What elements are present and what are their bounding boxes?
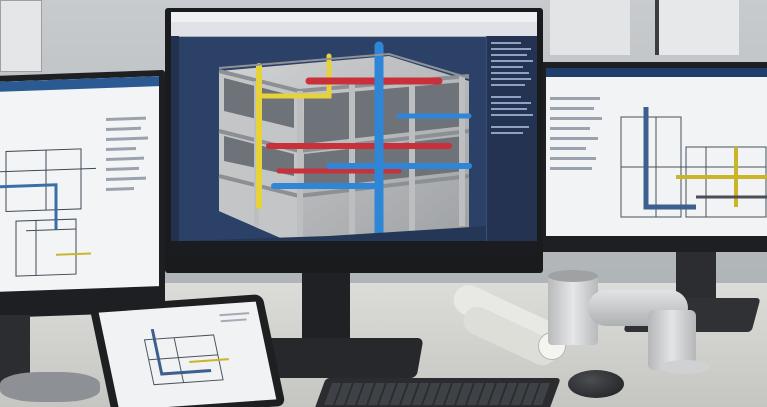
- mini-floor-plan: [143, 312, 250, 386]
- bim-3d-building-model: [179, 41, 487, 241]
- app-ribbon: [171, 22, 537, 37]
- left-monitor-base: [0, 372, 100, 402]
- wall-frame-right-2: [655, 0, 739, 55]
- app-title-bar: [171, 12, 537, 22]
- left-toolbar: [171, 36, 179, 241]
- keyboard-icon: [314, 378, 561, 407]
- right-monitor: [540, 62, 767, 252]
- pipe-elbow-model-icon: [548, 270, 718, 380]
- tablet-screen: [98, 301, 277, 407]
- left-monitor-screen: [0, 76, 159, 292]
- tablet: [89, 294, 286, 407]
- center-monitor: [165, 8, 543, 273]
- os-taskbar: [171, 241, 537, 255]
- left-monitor: [0, 69, 165, 319]
- floor-plan-drawing: [0, 116, 148, 277]
- piping-floor-plan: [550, 97, 767, 218]
- office-scene: [0, 0, 767, 407]
- right-monitor-screen: [546, 68, 767, 236]
- wall-frame-left: [0, 0, 42, 72]
- center-monitor-screen: [171, 12, 537, 255]
- wall-frame-right-1: [550, 0, 630, 55]
- properties-panel: [486, 36, 537, 241]
